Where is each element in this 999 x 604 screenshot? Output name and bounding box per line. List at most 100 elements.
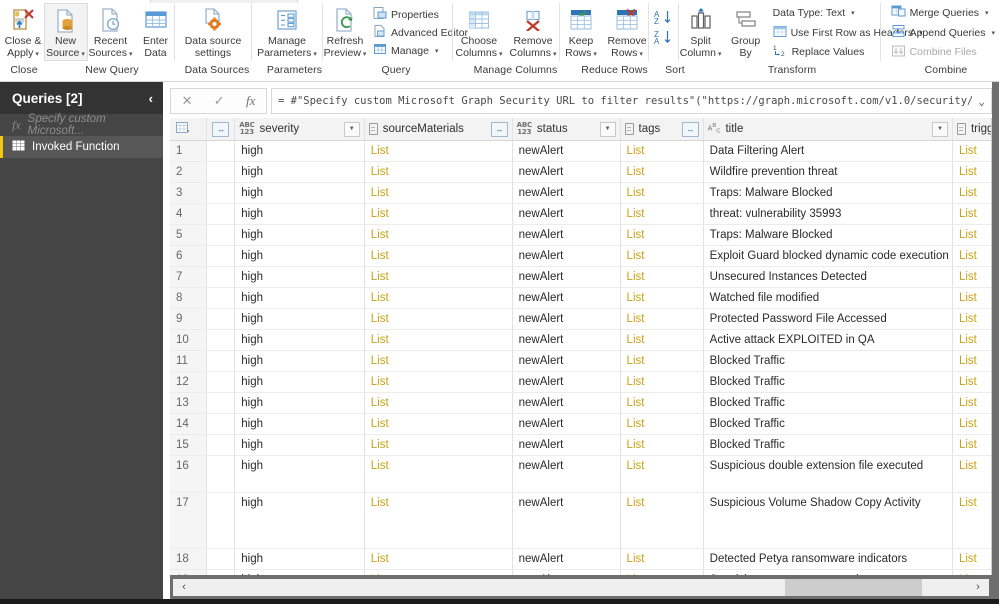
list-value-link[interactable]: List xyxy=(627,250,645,262)
cell-sourceMaterials[interactable]: List xyxy=(364,246,512,267)
list-value-link[interactable]: List xyxy=(371,376,389,388)
recent-sources-button[interactable]: Recent Sources▾ xyxy=(89,3,133,61)
cell-tags[interactable]: List xyxy=(620,267,703,288)
column-header-title[interactable]: ABC title ▼ xyxy=(703,118,952,141)
cell-triggers[interactable]: List xyxy=(952,330,992,351)
table-row[interactable]: 6highListnewAlertListExploit Guard block… xyxy=(170,246,992,267)
cell-tags[interactable]: List xyxy=(620,288,703,309)
list-value-link[interactable]: List xyxy=(371,334,389,346)
list-value-link[interactable]: List xyxy=(959,334,977,346)
cell-triggers[interactable]: List xyxy=(952,493,992,549)
list-value-link[interactable]: List xyxy=(627,439,645,451)
cell-sourceMaterials[interactable]: List xyxy=(364,549,512,570)
list-value-link[interactable]: List xyxy=(959,229,977,241)
list-value-link[interactable]: List xyxy=(959,250,977,262)
expand-icon[interactable]: ↔ xyxy=(212,122,229,137)
cell-sourceMaterials[interactable]: List xyxy=(364,493,512,549)
table-row[interactable]: 9highListnewAlertListProtected Password … xyxy=(170,309,992,330)
list-value-link[interactable]: List xyxy=(627,376,645,388)
expand-icon[interactable]: ↔ xyxy=(682,122,699,137)
remove-rows-button[interactable]: Remove Rows▾ xyxy=(605,3,649,61)
list-value-link[interactable]: List xyxy=(371,208,389,220)
cell-sourceMaterials[interactable]: List xyxy=(364,162,512,183)
cell-triggers[interactable]: List xyxy=(952,549,992,570)
cell-triggers[interactable]: List xyxy=(952,246,992,267)
table-row[interactable]: 4highListnewAlertListthreat: vulnerabili… xyxy=(170,204,992,225)
column-header-status[interactable]: ABC123 status ▼ xyxy=(512,118,620,141)
list-value-link[interactable]: List xyxy=(371,355,389,367)
list-value-link[interactable]: List xyxy=(959,553,977,565)
list-value-link[interactable]: List xyxy=(959,208,977,220)
cell-tags[interactable]: List xyxy=(620,549,703,570)
list-value-link[interactable]: List xyxy=(959,145,977,157)
cell-tags[interactable]: List xyxy=(620,204,703,225)
list-value-link[interactable]: List xyxy=(371,271,389,283)
cell-tags[interactable]: List xyxy=(620,162,703,183)
column-header-triggers[interactable]: triggers ↔ xyxy=(952,118,992,141)
cell-triggers[interactable]: List xyxy=(952,141,992,162)
list-value-link[interactable]: List xyxy=(371,145,389,157)
sort-descending-button[interactable]: Z A xyxy=(650,29,676,47)
cell-sourceMaterials[interactable]: List xyxy=(364,351,512,372)
table-row[interactable]: 14highListnewAlertListBlocked TrafficLis… xyxy=(170,414,992,435)
list-value-link[interactable]: List xyxy=(627,397,645,409)
list-value-link[interactable]: List xyxy=(959,271,977,283)
list-value-link[interactable]: List xyxy=(371,553,389,565)
filter-icon[interactable]: ▼ xyxy=(344,122,360,137)
list-value-link[interactable]: List xyxy=(627,553,645,565)
cell-triggers[interactable]: List xyxy=(952,372,992,393)
list-value-link[interactable]: List xyxy=(627,208,645,220)
table-row[interactable]: 10highListnewAlertListActive attack EXPL… xyxy=(170,330,992,351)
column-header-sourceMaterials[interactable]: sourceMaterials ↔ xyxy=(364,118,512,141)
cell-sourceMaterials[interactable]: List xyxy=(364,267,512,288)
list-value-link[interactable]: List xyxy=(959,313,977,325)
list-value-link[interactable]: List xyxy=(371,460,389,472)
merge-queries-button[interactable]: Merge Queries ▾ xyxy=(887,4,999,22)
list-value-link[interactable]: List xyxy=(959,460,977,472)
table-row[interactable]: 8highListnewAlertListWatched file modifi… xyxy=(170,288,992,309)
list-value-link[interactable]: List xyxy=(627,271,645,283)
list-value-link[interactable]: List xyxy=(371,229,389,241)
refresh-preview-button[interactable]: Refresh Preview▾ xyxy=(323,3,367,61)
formula-input[interactable]: = #"Specify custom Microsoft Graph Secur… xyxy=(271,88,992,114)
table-row[interactable]: 11highListnewAlertListBlocked TrafficLis… xyxy=(170,351,992,372)
list-value-link[interactable]: List xyxy=(627,313,645,325)
column-header-severity[interactable]: ABC123 severity ▼ xyxy=(235,118,365,141)
list-value-link[interactable]: List xyxy=(627,355,645,367)
table-row[interactable]: 12highListnewAlertListBlocked TrafficLis… xyxy=(170,372,992,393)
cell-triggers[interactable]: List xyxy=(952,351,992,372)
cell-tags[interactable]: List xyxy=(620,435,703,456)
cell-tags[interactable]: List xyxy=(620,351,703,372)
query-list-item-invoked-function[interactable]: Invoked Function xyxy=(0,136,163,158)
cell-triggers[interactable]: List xyxy=(952,183,992,204)
data-source-settings-button[interactable]: Data source settings xyxy=(175,3,251,61)
list-value-link[interactable]: List xyxy=(371,292,389,304)
combine-files-button[interactable]: Combine Files xyxy=(887,43,999,61)
cell-tags[interactable]: List xyxy=(620,246,703,267)
expand-icon[interactable]: ↔ xyxy=(491,122,508,137)
list-value-link[interactable]: List xyxy=(627,145,645,157)
scroll-right-icon[interactable]: › xyxy=(967,579,989,596)
accept-icon[interactable]: ✓ xyxy=(210,93,229,109)
cell-sourceMaterials[interactable]: List xyxy=(364,456,512,493)
list-value-link[interactable]: List xyxy=(627,292,645,304)
data-preview-grid[interactable]: ↔ ABC123 severity ▼ sourceMateria xyxy=(170,118,992,575)
cell-sourceMaterials[interactable]: List xyxy=(364,372,512,393)
cell-sourceMaterials[interactable]: List xyxy=(364,225,512,246)
list-value-link[interactable]: List xyxy=(371,439,389,451)
scrollbar-track[interactable]: ‹ › xyxy=(173,579,989,596)
keep-rows-button[interactable]: Keep Rows▾ xyxy=(559,3,603,61)
severity-expand-cell[interactable]: ↔ xyxy=(207,118,235,141)
list-value-link[interactable]: List xyxy=(959,292,977,304)
cell-tags[interactable]: List xyxy=(620,183,703,204)
filter-icon[interactable]: ▼ xyxy=(600,122,616,137)
cell-sourceMaterials[interactable]: List xyxy=(364,414,512,435)
list-value-link[interactable]: List xyxy=(959,355,977,367)
list-value-link[interactable]: List xyxy=(959,397,977,409)
cell-sourceMaterials[interactable]: List xyxy=(364,288,512,309)
cell-sourceMaterials[interactable]: List xyxy=(364,141,512,162)
list-value-link[interactable]: List xyxy=(959,187,977,199)
table-row[interactable]: 2highListnewAlertListWildfire prevention… xyxy=(170,162,992,183)
cell-sourceMaterials[interactable]: List xyxy=(364,393,512,414)
cell-tags[interactable]: List xyxy=(620,141,703,162)
